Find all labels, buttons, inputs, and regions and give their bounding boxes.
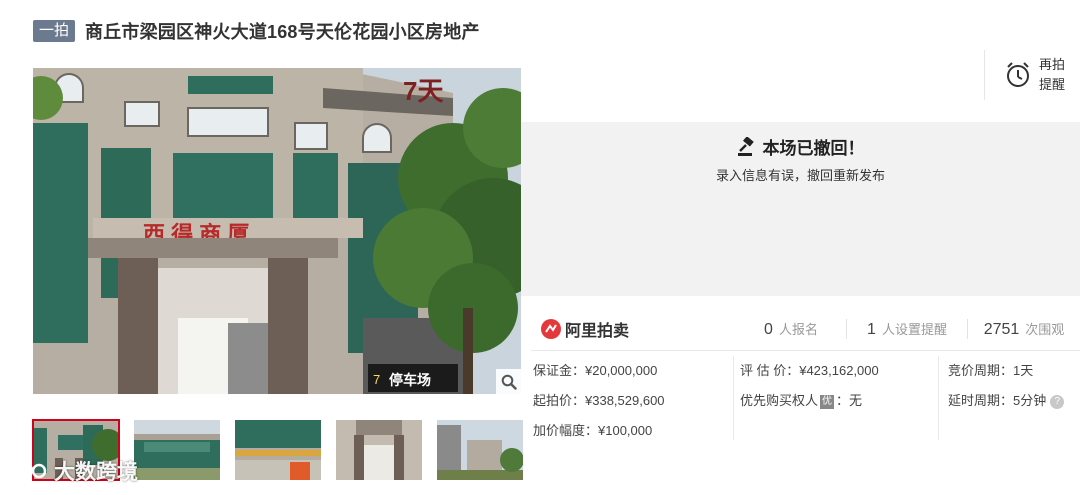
- stats-divider: [531, 350, 1080, 351]
- start-price: 起拍价：¥338,529,600: [533, 393, 665, 408]
- watermark-text: 大数跨境: [54, 461, 138, 484]
- thumbnail-5[interactable]: [437, 420, 523, 480]
- signup-count: 0 人报名: [764, 321, 818, 338]
- bid-cycle: 竞价周期：1天: [948, 363, 1034, 378]
- info-column-2: 评 估 价：¥423,162,000 优先购买权人优：无: [740, 360, 879, 420]
- bid-increment: 加价幅度：¥100,000: [533, 423, 653, 438]
- auction-hammer-icon: [737, 136, 754, 156]
- reauction-remind-button[interactable]: 再拍 提醒: [984, 50, 1080, 100]
- view-count: 2751 次围观: [983, 321, 1065, 338]
- info-column-3: 竞价周期：1天 延时周期：5分钟?: [948, 360, 1065, 420]
- thumbnail-3[interactable]: [235, 420, 321, 480]
- reminder-count: 1 人设置提醒: [867, 321, 947, 338]
- withdrawn-notice: 本场已撤回！ 录入信息有误，撤回重新发布: [521, 122, 1080, 296]
- info-column-1: 保证金：¥20,000,000 起拍价：¥338,529,600 加价幅度：¥1…: [533, 360, 665, 450]
- remind-label: 再拍 提醒: [1039, 57, 1066, 92]
- magnifier-icon: [501, 374, 517, 390]
- appraisal-price: 评 估 价：¥423,162,000: [740, 363, 879, 378]
- priority-tag: 优: [820, 394, 835, 409]
- zoom-button[interactable]: [496, 369, 521, 394]
- auction-stats: 阿里拍卖 0 人报名 1 人设置提醒 2751 次围观: [541, 312, 1080, 346]
- column-divider: [733, 356, 734, 440]
- help-icon[interactable]: ?: [1050, 394, 1065, 409]
- withdrawn-reason: 录入信息有误，撤回重新发布: [715, 168, 885, 183]
- svg-text:7天: 7天: [403, 76, 443, 106]
- ali-auction-name: 阿里拍卖: [565, 323, 630, 340]
- watermark: 大数跨境: [6, 456, 138, 486]
- ali-auction-logo-icon: [541, 319, 561, 339]
- page-header: 一拍 商丘市梁园区神火大道168号天伦花园小区房地产: [33, 18, 480, 44]
- withdrawn-title: 本场已撤回！: [762, 139, 865, 158]
- ali-auction-logo: 阿里拍卖: [541, 317, 736, 341]
- page-title: 商丘市梁园区神火大道168号天伦花园小区房地产: [85, 22, 480, 42]
- delay-cycle: 延时周期：5分钟?: [948, 390, 1065, 420]
- alarm-clock-icon: [1007, 62, 1029, 87]
- main-property-photo[interactable]: 7天 西 得 商 厦 7 停车场: [33, 68, 521, 394]
- column-divider: [938, 356, 939, 440]
- auction-round-badge: 一拍: [33, 20, 76, 42]
- parking-sign: 停车场: [389, 372, 431, 388]
- thumbnail-2[interactable]: [134, 420, 220, 480]
- thumbnail-4[interactable]: [336, 420, 422, 480]
- priority-buyer: 优先购买权人优：无: [740, 393, 863, 409]
- svg-text:7: 7: [373, 372, 380, 387]
- watermark-logo-icon: [7, 463, 47, 479]
- deposit: 保证金：¥20,000,000: [533, 363, 658, 378]
